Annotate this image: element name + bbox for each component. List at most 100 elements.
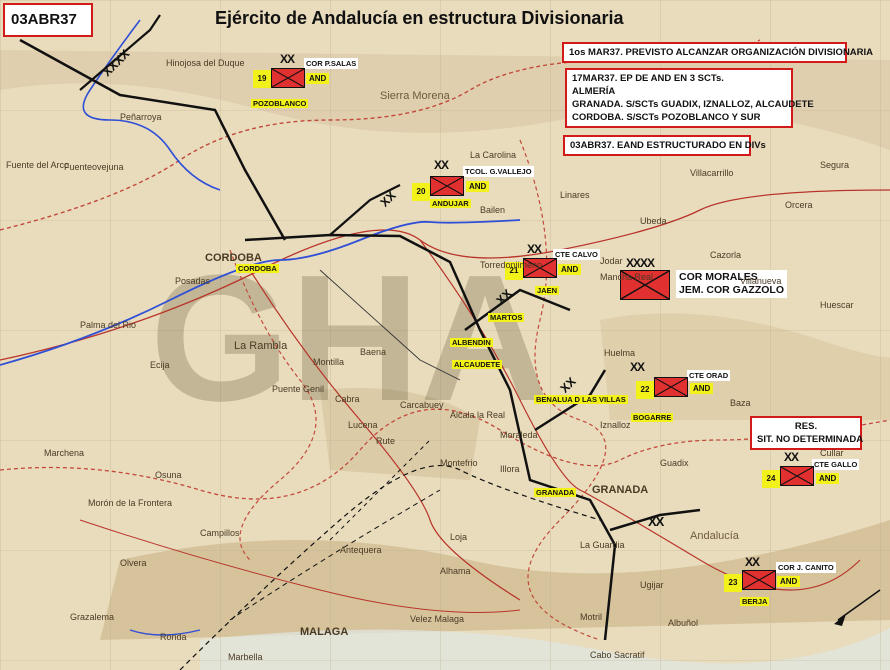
unit-24-symbol	[780, 466, 814, 486]
unit-22-tag: AND	[690, 383, 714, 394]
unit-20-echelon: XX	[434, 158, 449, 172]
note-reserve-line-1: RES.	[794, 421, 818, 432]
unit-21-commander: CTE CALVO	[553, 249, 600, 260]
map-label: Moraleda	[500, 430, 538, 440]
city-berja: BERJA	[740, 597, 770, 606]
map-label: Montefrio	[440, 458, 478, 468]
map-label: Motril	[580, 612, 602, 622]
map-label: Huelma	[604, 348, 636, 358]
map-label: Andalucía	[690, 530, 739, 542]
map-label: Segura	[820, 160, 850, 170]
map-label: Cullar	[820, 448, 844, 458]
map-label: Iznalloz	[600, 420, 631, 430]
unit-19-number: 19	[253, 70, 271, 88]
note-sectors: 17MAR37. EP DE AND EN 3 SCTs. ALMERÍA GR…	[565, 68, 814, 128]
map-label: La Carolina	[470, 150, 517, 160]
hq-echelon: XXXX	[626, 256, 655, 270]
map-label: Loja	[450, 532, 468, 542]
map-label: MALAGA	[300, 626, 349, 638]
map-label: Rute	[376, 436, 396, 446]
map-label: Cazorla	[710, 250, 742, 260]
map-label: Lucena	[348, 420, 378, 430]
unit-19-echelon: XX	[280, 52, 295, 66]
map-label: Mancha Real	[600, 272, 654, 282]
unit-20-symbol	[430, 176, 464, 196]
map-label: Antequera	[340, 545, 382, 555]
boundary-label-4: XX	[648, 514, 664, 529]
map-label: Olvera	[120, 558, 147, 568]
map-label: Huescar	[820, 300, 854, 310]
map-label: Peñarroya	[120, 112, 162, 122]
unit-22-number: 22	[636, 381, 654, 399]
date-box: 03ABR37	[3, 3, 93, 37]
map-label: Carcabuey	[400, 400, 444, 410]
note-structured: 03ABR37. EAND ESTRUCTURADO EN DIVs	[563, 135, 766, 156]
map-label: Baena	[360, 347, 387, 357]
map-label: Montilla	[313, 357, 345, 367]
unit-23-commander: COR J. CANITO	[776, 562, 836, 573]
map-label: Alhama	[440, 566, 471, 576]
map-label: La Guardia	[580, 540, 625, 550]
map-label: Hinojosa del Duque	[166, 58, 245, 68]
map-label: Marchena	[44, 448, 85, 458]
note-divisional-plan-text: 1os MAR37. PREVISTO ALCANZAR ORGANIZACIÓ…	[569, 47, 874, 58]
map-label: Ugijar	[640, 580, 664, 590]
map-label: Bailen	[480, 205, 506, 215]
map-label: Osuna	[155, 470, 182, 480]
map-label: Velez Malaga	[410, 614, 465, 624]
note-structured-text: 03ABR37. EAND ESTRUCTURADO EN DIVs	[570, 140, 766, 151]
city-andujar: ANDUJAR	[430, 199, 471, 208]
city-bogarre: BOGARRE	[631, 413, 674, 422]
map-label: Grazalema	[70, 612, 115, 622]
unit-21-tag: AND	[558, 264, 582, 275]
map-label: Cabo Sacratif	[590, 650, 645, 660]
city-albendin: ALBENDIN	[450, 338, 493, 347]
map-label: Albuñol	[668, 618, 699, 628]
city-alcaudete: ALCAUDETE	[452, 360, 503, 369]
city-pozoblanco: POZOBLANCO	[251, 99, 309, 108]
city-cordoba: CORDOBA	[236, 264, 279, 273]
unit-20-tag: AND	[466, 181, 490, 192]
map-label: Guadix	[660, 458, 689, 468]
map-label: Ubeda	[640, 216, 667, 226]
unit-23-echelon: XX	[745, 555, 760, 569]
map-label: Baza	[730, 398, 751, 408]
city-benalua: BENALUA D LAS VILLAS	[534, 395, 628, 404]
map-label: CORDOBA	[205, 252, 262, 264]
city-jaen: JAEN	[535, 286, 560, 295]
unit-24-tag: AND	[816, 473, 840, 484]
map-label: Illora	[500, 464, 520, 474]
map-label: Villacarrillo	[690, 168, 734, 178]
map-label: Cabra	[335, 394, 360, 404]
unit-20-commander: TCOL. G.VALLEJO	[463, 166, 534, 177]
map-label: Ronda	[160, 632, 187, 642]
unit-19-commander: COR P.SALAS	[304, 58, 359, 69]
map-label: Fuente del Arco	[6, 160, 70, 170]
note-sectors-line-4: CORDOBA. S/SCTs POZOBLANCO Y SUR	[572, 112, 761, 123]
map-label: La Rambla	[234, 340, 288, 352]
map-label: Posadas	[175, 276, 211, 286]
map-label: GRANADA	[592, 484, 649, 496]
map-label: Sierra Morena	[380, 90, 450, 102]
map-label: Linares	[560, 190, 590, 200]
map-title: Ejército de Andalucía en estructura Divi…	[215, 8, 624, 28]
map-label: Fuenteovejuna	[64, 162, 124, 172]
note-divisional-plan: 1os MAR37. PREVISTO ALCANZAR ORGANIZACIÓ…	[562, 42, 874, 63]
map-label: Alcala la Real	[450, 410, 506, 420]
map-label: Ecija	[150, 360, 170, 370]
map-label: Jodar	[600, 256, 623, 266]
note-sectors-line-3: GRANADA. S/SCTs GUADIX, IZNALLOZ, ALCAUD…	[572, 99, 814, 110]
unit-24-number: 24	[762, 470, 780, 488]
unit-24-commander: CTE GALLO	[812, 459, 860, 470]
map-label: Marbella	[228, 652, 263, 662]
map-label: Puente Genil	[272, 384, 325, 394]
note-reserve: RES. SIT. NO DETERMINADA	[750, 416, 864, 450]
unit-22-echelon: XX	[630, 360, 645, 374]
unit-23-number: 23	[724, 574, 742, 592]
unit-24-echelon: XX	[784, 450, 799, 464]
unit-20-number: 20	[412, 183, 430, 201]
map-label: Palma del Rio	[80, 320, 137, 330]
note-reserve-line-2: SIT. NO DETERMINADA	[757, 434, 864, 445]
unit-22-commander: CTE ORAD	[687, 370, 731, 381]
note-sectors-line-1: 17MAR37. EP DE AND EN 3 SCTs.	[572, 73, 724, 84]
